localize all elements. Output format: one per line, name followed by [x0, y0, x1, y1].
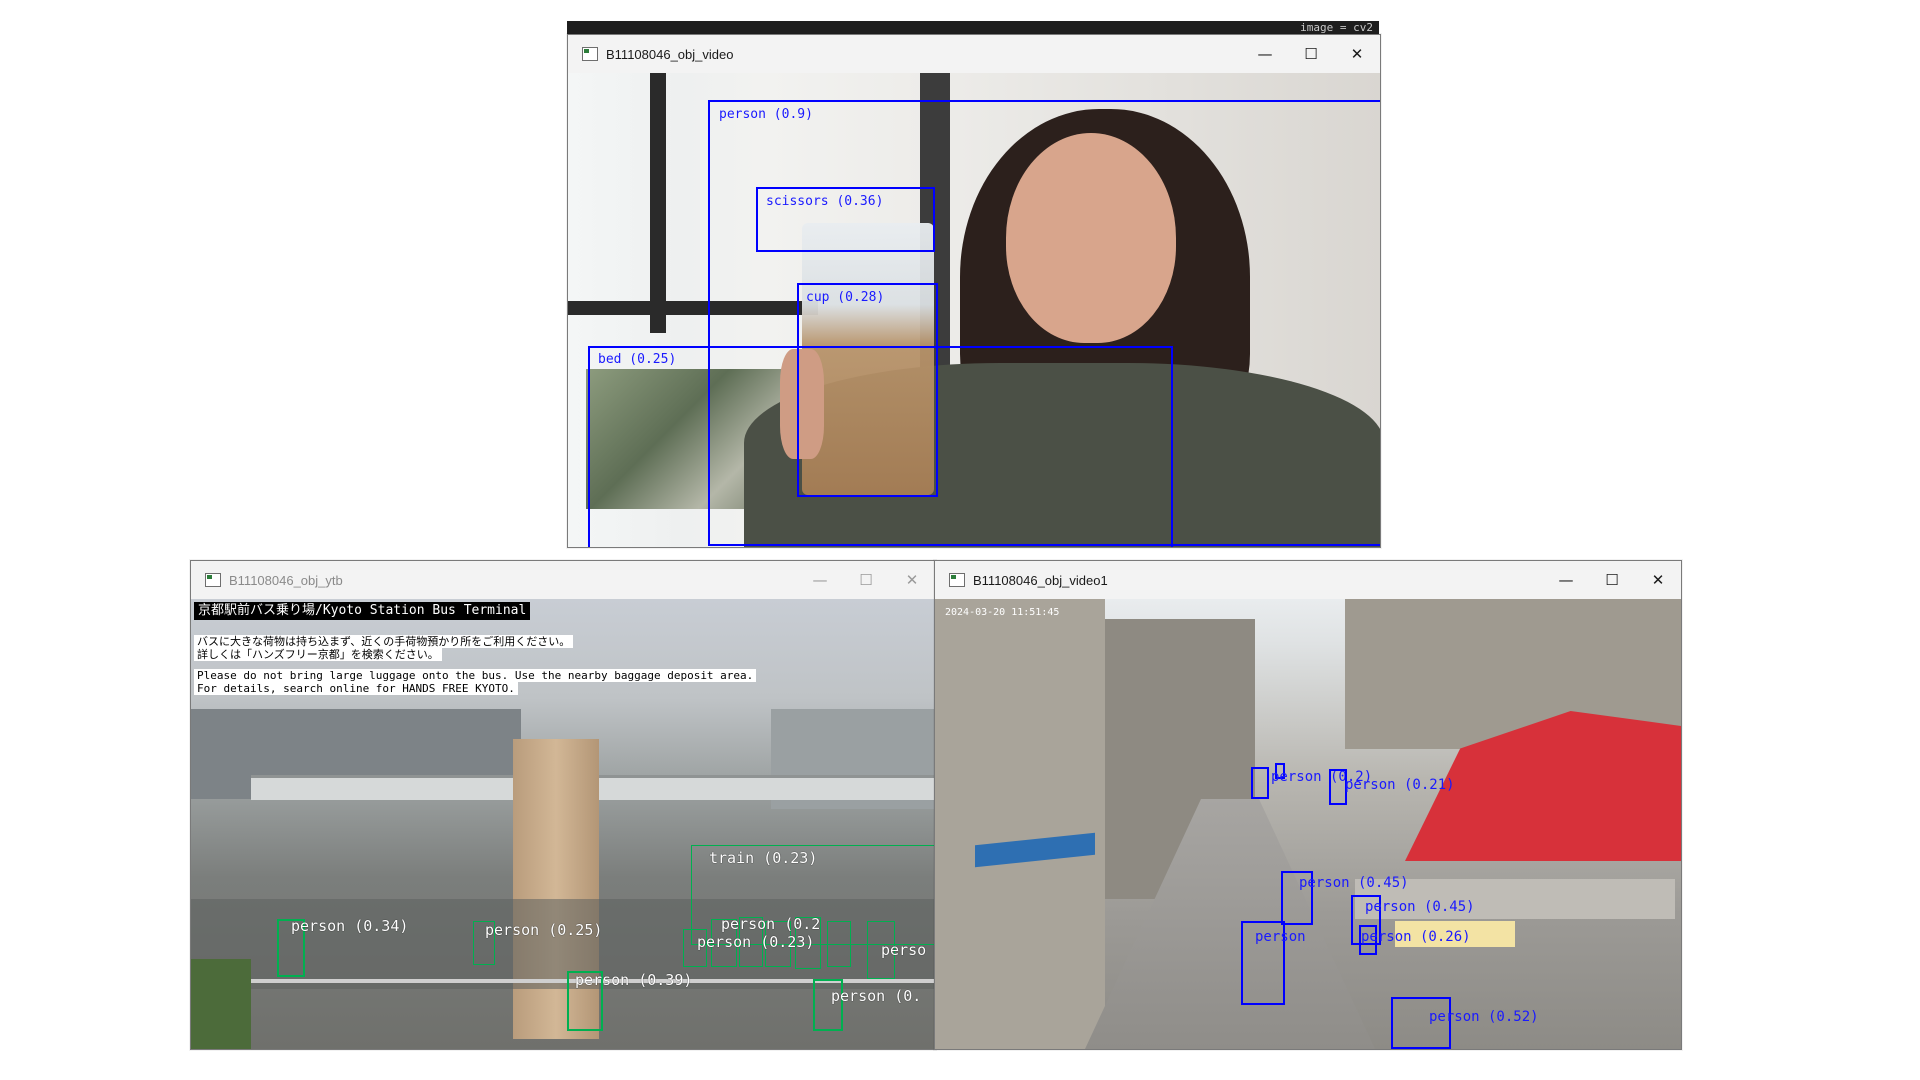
detection-label-person: person (0.2 [721, 915, 821, 933]
detection-label-person: person (0. [831, 987, 922, 1005]
detection-label-person: person (0.9) [719, 107, 813, 122]
banner-jp-line2: 詳しくは「ハンズフリー京都」を検索ください。 [194, 648, 442, 661]
video-frame: person (0.9) scissors (0.36) cup (0.28) … [568, 73, 1380, 547]
window-title: B11108046_obj_video [606, 46, 734, 62]
detection-label-person: person (0.26) [1361, 929, 1471, 945]
detection-label-person: person (0.52) [1429, 1009, 1539, 1025]
detection-label-person: person [1255, 929, 1306, 945]
detection-box-person [827, 921, 851, 967]
banner-jp-line1: バスに大きな荷物は持ち込まず、近くの手荷物預かり所をご利用ください。 [194, 635, 574, 648]
close-button[interactable]: ✕ [1334, 35, 1380, 73]
left-building [935, 599, 1105, 1049]
window-obj-video1[interactable]: B11108046_obj_video1 — ☐ ✕ 2024-03-20 11… [934, 560, 1682, 1050]
detection-label-person: person (0.25) [485, 921, 603, 939]
close-button[interactable]: ✕ [889, 561, 935, 599]
detection-label-person: person (0.45) [1365, 899, 1475, 915]
minimize-button[interactable]: — [797, 561, 843, 599]
detection-box-person [1251, 767, 1269, 799]
background-ide-strip: image = cv2 [567, 21, 1379, 34]
minimize-button[interactable]: — [1543, 561, 1589, 599]
window-obj-ytb[interactable]: B11108046_obj_ytb — ☐ ✕ 京都駅前バス乗り場/Kyoto … [190, 560, 936, 1050]
hedge [191, 959, 251, 1049]
video-timestamp: 2024-03-20 11:51:45 [945, 607, 1060, 618]
maximize-button[interactable]: ☐ [843, 561, 889, 599]
window-title: B11108046_obj_ytb [229, 572, 343, 588]
detection-label-person: person (0.34) [291, 917, 409, 935]
detection-label-cup: cup (0.28) [806, 290, 885, 305]
detection-label-person: person (0.21) [1345, 777, 1455, 793]
app-window-icon [205, 573, 221, 587]
detection-label-person: perso [881, 941, 927, 959]
video-frame: 2024-03-20 11:51:45 person (0.2) person … [935, 599, 1681, 1049]
banner-en-line1: Please do not bring large luggage onto t… [194, 669, 757, 682]
ide-code-peek: image = cv2 [1300, 21, 1373, 34]
banner-en-line2: For details, search online for HANDS FRE… [194, 682, 518, 695]
detection-label-person: person (0.23) [697, 933, 815, 951]
detection-label-bed: bed (0.25) [598, 352, 677, 367]
window-titlebar[interactable]: B11108046_obj_video — ☐ ✕ [568, 35, 1380, 73]
window-titlebar[interactable]: B11108046_obj_video1 — ☐ ✕ [935, 561, 1681, 599]
window-frame-left [650, 73, 666, 333]
window-title: B11108046_obj_video1 [973, 572, 1108, 588]
banner-title: 京都駅前バス乗り場/Kyoto Station Bus Terminal [194, 602, 531, 620]
app-window-icon [582, 47, 598, 61]
video-frame: 京都駅前バス乗り場/Kyoto Station Bus Terminal バスに… [191, 599, 935, 1049]
detection-box-bed [588, 346, 1173, 547]
maximize-button[interactable]: ☐ [1589, 561, 1635, 599]
minimize-button[interactable]: — [1242, 35, 1288, 73]
app-window-icon [949, 573, 965, 587]
maximize-button[interactable]: ☐ [1288, 35, 1334, 73]
window-obj-video[interactable]: B11108046_obj_video — ☐ ✕ person (0.9) s… [567, 34, 1381, 548]
detection-label-scissors: scissors (0.36) [766, 194, 884, 209]
detection-label-train: train (0.23) [709, 849, 818, 867]
close-button[interactable]: ✕ [1635, 561, 1681, 599]
detection-label-person: person (0.45) [1299, 875, 1409, 891]
detection-label-person: person (0.39) [575, 971, 693, 989]
window-titlebar[interactable]: B11108046_obj_ytb — ☐ ✕ [191, 561, 935, 599]
